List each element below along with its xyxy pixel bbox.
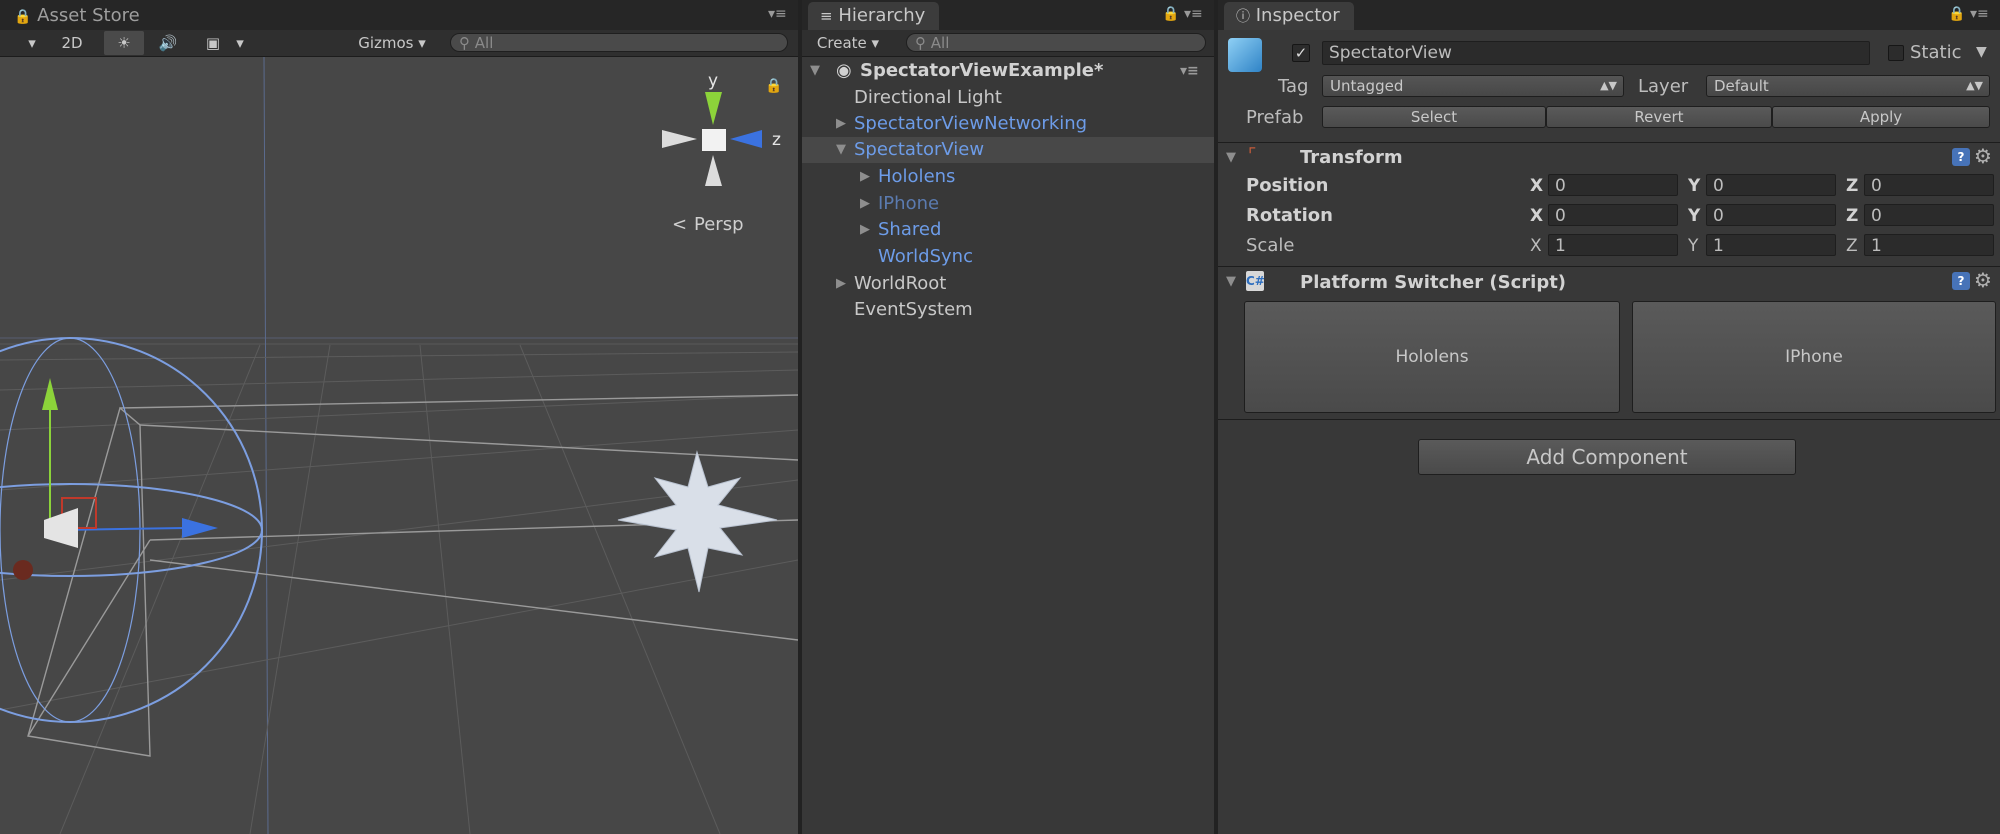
iphone-button[interactable]: IPhone (1632, 301, 1996, 413)
expand-arrow-icon[interactable]: ▶ (860, 164, 870, 190)
static-checkbox[interactable] (1888, 45, 1904, 61)
add-component-button[interactable]: Add Component (1418, 439, 1796, 475)
scale-x-field[interactable]: 1 (1548, 234, 1678, 256)
axis-y-label: Y (1688, 176, 1701, 196)
tree-item-directional-light[interactable]: Directional Light (802, 85, 1214, 111)
toggle-2d-button[interactable]: 2D (54, 31, 90, 55)
expand-arrow-icon[interactable]: ▶ (860, 217, 870, 243)
effects-toggle-icon[interactable]: ▣ (196, 31, 230, 55)
scene-search-input[interactable]: ⚲ All (450, 33, 788, 52)
scene-tab-bar: 🔒 Asset Store ▾≡ (0, 0, 798, 30)
unity-scene-icon: ◉ (836, 60, 852, 81)
hierarchy-toolbar: Create ▾ ⚲ All (802, 30, 1214, 57)
projection-icon: < (672, 214, 687, 235)
axis-x-label: X (1530, 236, 1542, 256)
gameobject-cube-icon (1228, 38, 1262, 72)
object-name-field[interactable]: SpectatorView (1322, 41, 1870, 65)
gear-icon[interactable]: ⚙ (1974, 268, 1992, 292)
gizmo-axis-y-label: y (708, 71, 718, 91)
tree-item-iphone[interactable]: ▶ IPhone (802, 191, 1214, 217)
collapse-arrow-icon[interactable]: ▼ (1226, 274, 1236, 289)
hierarchy-menu-icon[interactable]: ▾≡ (1184, 6, 1203, 22)
prefab-apply-button[interactable]: Apply (1772, 106, 1990, 128)
panel-menu-icon[interactable]: ▾≡ (768, 6, 787, 22)
help-icon[interactable]: ? (1952, 148, 1970, 166)
scale-y-field[interactable]: 1 (1706, 234, 1836, 256)
axis-y-label: Y (1688, 206, 1701, 226)
inspector-lock-icon[interactable]: 🔒 (1948, 6, 1965, 22)
hierarchy-lock-icon[interactable]: 🔒 (1162, 6, 1179, 22)
info-icon: ⓘ (1236, 9, 1250, 25)
platform-switcher-header[interactable]: ▼ C# Platform Switcher (Script) ? ⚙ (1218, 266, 2000, 295)
inspector-tab-bar: ⓘ Inspector 🔒 ▾≡ (1218, 0, 2000, 30)
axis-x-label: X (1530, 206, 1544, 226)
scene-toolbar: ▾ 2D ☀ 🔊 ▣ ▾ Gizmos ▾ ⚲ All (0, 30, 798, 57)
tree-item-shared[interactable]: ▶ Shared (802, 217, 1214, 243)
inspector-panel: ⓘ Inspector 🔒 ▾≡ ✓ SpectatorView Static … (1218, 0, 2000, 834)
hierarchy-panel: ≡ Hierarchy 🔒 ▾≡ Create ▾ ⚲ All ▼ ◉ Spec… (802, 0, 1214, 834)
collapse-arrow-icon[interactable]: ▼ (1226, 150, 1236, 165)
rotation-x-field[interactable]: 0 (1548, 204, 1678, 226)
position-y-field[interactable]: 0 (1706, 174, 1836, 196)
audio-toggle-icon[interactable]: 🔊 (150, 31, 186, 55)
tree-item-spectatorview[interactable]: ▼ SpectatorView (802, 137, 1214, 163)
rotation-z-field[interactable]: 0 (1864, 204, 1994, 226)
static-dropdown-icon[interactable]: ▼ (1976, 44, 1987, 60)
axis-z-label: Z (1846, 206, 1859, 226)
axis-z-label: Z (1846, 236, 1858, 256)
tree-item-spectatorviewnetworking[interactable]: ▶ SpectatorViewNetworking (802, 111, 1214, 137)
search-icon: ⚲ (915, 34, 926, 52)
expand-arrow-icon[interactable]: ▶ (860, 191, 870, 217)
shading-mode-dropdown[interactable]: ▾ (22, 31, 42, 55)
scene-root-row[interactable]: ▼ ◉ SpectatorViewExample* ▾≡ (802, 58, 1214, 84)
transform-axes-icon: ⌜ (1248, 145, 1257, 166)
effects-dropdown-icon[interactable]: ▾ (232, 31, 248, 55)
prefab-revert-button[interactable]: Revert (1546, 106, 1772, 128)
position-x-field[interactable]: 0 (1548, 174, 1678, 196)
inspector-menu-icon[interactable]: ▾≡ (1970, 6, 1989, 22)
hierarchy-tab-bar: ≡ Hierarchy 🔒 ▾≡ (802, 0, 1214, 30)
transform-header[interactable]: ▼ ⌜ Transform ? ⚙ (1218, 142, 2000, 171)
prefab-select-button[interactable]: Select (1322, 106, 1546, 128)
scene-menu-icon[interactable]: ▾≡ (1180, 58, 1199, 84)
tag-dropdown[interactable]: Untagged ▲▼ (1322, 75, 1624, 97)
projection-label[interactable]: Persp (694, 214, 744, 235)
axis-z-label: Z (1846, 176, 1859, 196)
component-divider (1218, 419, 2000, 420)
position-z-field[interactable]: 0 (1864, 174, 1994, 196)
axis-x-label: X (1530, 176, 1544, 196)
tab-asset-store[interactable]: 🔒 Asset Store (2, 2, 154, 30)
tree-item-worldroot[interactable]: ▶ WorldRoot (802, 271, 1214, 297)
gizmos-dropdown[interactable]: Gizmos ▾ (350, 31, 434, 55)
scene-viewport[interactable]: y z 🔒 < Persp (0, 57, 798, 834)
hierarchy-search-input[interactable]: ⚲ All (906, 33, 1206, 52)
tab-hierarchy[interactable]: ≡ Hierarchy (808, 2, 940, 30)
create-dropdown[interactable]: Create ▾ (810, 31, 886, 55)
collapse-arrow-icon[interactable]: ▼ (836, 137, 846, 163)
tree-item-eventsystem[interactable]: EventSystem (802, 297, 1214, 323)
hololens-button[interactable]: Hololens (1244, 301, 1620, 413)
gizmo-lock-icon[interactable]: 🔒 (765, 78, 782, 94)
gizmo-axis-z-label: z (772, 130, 781, 150)
tree-item-hololens[interactable]: ▶ Hololens (802, 164, 1214, 190)
scale-z-field[interactable]: 1 (1864, 234, 1994, 256)
axis-y-label: Y (1688, 236, 1699, 256)
collapse-arrow-icon[interactable]: ▼ (810, 58, 820, 84)
lighting-toggle-icon[interactable]: ☀ (104, 31, 144, 55)
tab-inspector[interactable]: ⓘ Inspector (1224, 2, 1354, 30)
lock-icon: 🔒 (14, 9, 32, 25)
layer-dropdown[interactable]: Default ▲▼ (1706, 75, 1990, 97)
search-icon: ⚲ (459, 34, 470, 52)
tree-item-worldsync[interactable]: WorldSync (802, 244, 1214, 270)
gear-icon[interactable]: ⚙ (1974, 144, 1992, 168)
script-icon: C# (1246, 271, 1265, 291)
rotation-y-field[interactable]: 0 (1706, 204, 1836, 226)
active-checkbox[interactable]: ✓ (1292, 44, 1310, 62)
expand-arrow-icon[interactable]: ▶ (836, 111, 846, 137)
list-icon: ≡ (820, 7, 833, 25)
scene-view-panel[interactable]: 🔒 Asset Store ▾≡ ▾ 2D ☀ 🔊 ▣ ▾ Gizmos ▾ ⚲… (0, 0, 798, 834)
help-icon[interactable]: ? (1952, 272, 1970, 290)
expand-arrow-icon[interactable]: ▶ (836, 271, 846, 297)
